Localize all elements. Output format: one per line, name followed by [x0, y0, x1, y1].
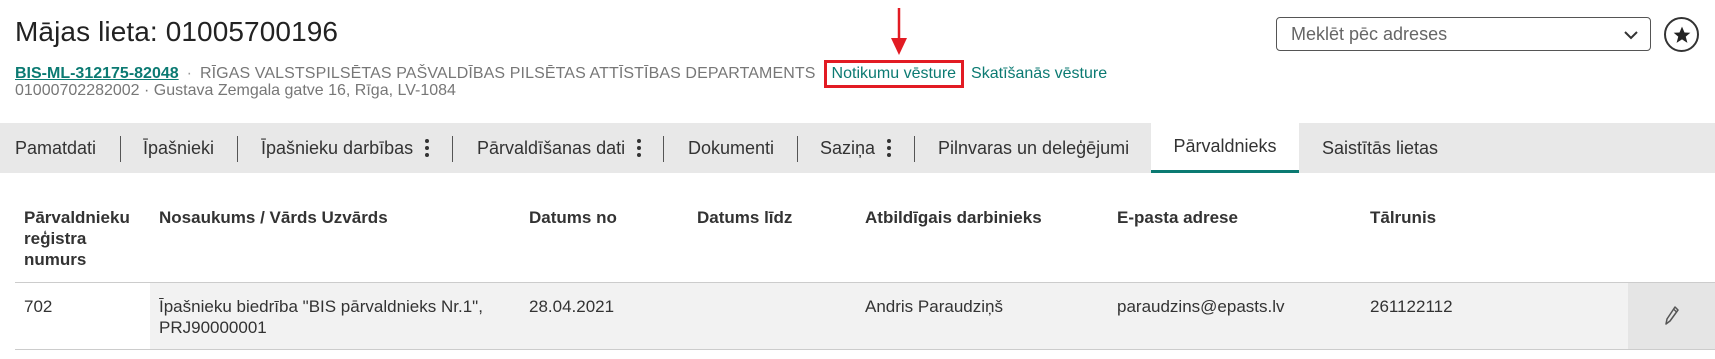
star-icon [1673, 26, 1690, 43]
tab-parvaldisanas-dati[interactable]: Pārvaldīšanas dati [477, 123, 642, 173]
tab-divider [663, 136, 664, 162]
kebab-menu-icon[interactable] [887, 139, 892, 157]
cell-name-line2: PRJ90000001 [159, 318, 267, 337]
tab-label: Pamatdati [15, 137, 97, 158]
tab-saistitas-lietas[interactable]: Saistītās lietas [1322, 123, 1438, 173]
tab-parvaldnieks[interactable]: Pārvaldnieks [1151, 123, 1299, 173]
address-search-select[interactable]: Meklēt pēc adreses [1276, 17, 1651, 51]
kebab-menu-icon[interactable] [637, 139, 642, 157]
chevron-down-icon [1624, 31, 1638, 40]
column-header-email: E-pasta adrese [1117, 208, 1238, 227]
column-header-reg-number: Pārvaldnieku reģistra numurs [24, 208, 130, 269]
annotation-arrow-icon [891, 8, 907, 55]
tab-sazina[interactable]: Saziņa [820, 123, 892, 173]
cell-name-line1: Īpašnieku biedrība "BIS pārvaldnieks Nr.… [159, 297, 483, 316]
tab-divider [452, 136, 453, 162]
tab-label: Saistītās lietas [1322, 137, 1439, 158]
meta-separator: · [186, 65, 192, 82]
cell-name: Īpašnieku biedrība "BIS pārvaldnieks Nr.… [159, 296, 483, 338]
column-header-date-to: Datums līdz [697, 208, 793, 227]
column-header-phone: Tālrunis [1370, 208, 1437, 227]
favorite-button[interactable] [1664, 17, 1699, 52]
tab-pilnvaras[interactable]: Pilnvaras un deleģējumi [938, 123, 1129, 173]
kebab-menu-icon[interactable] [425, 139, 430, 157]
tab-divider [237, 136, 238, 162]
page-title: Mājas lieta: 01005700196 [15, 16, 339, 47]
address-line: 01000702282002 · Gustava Zemgala gatve 1… [15, 82, 456, 99]
tab-label: Īpašnieku darbības [261, 137, 414, 158]
tab-ipasnieki[interactable]: Īpašnieki [143, 123, 214, 173]
cell-date-from: 28.04.2021 [529, 297, 615, 316]
column-header-employee: Atbildīgais darbinieks [865, 208, 1042, 227]
cell-email: paraudzins@epasts.lv [1117, 297, 1285, 316]
tab-divider [797, 136, 798, 162]
edit-button[interactable] [1628, 283, 1715, 349]
tab-label: Īpašnieki [143, 137, 215, 158]
tab-ipasnieku-darbibas[interactable]: Īpašnieku darbības [261, 123, 430, 173]
tab-label: Saziņa [820, 137, 876, 158]
case-code-link[interactable]: BIS-ML-312175-82048 [15, 65, 179, 83]
tab-divider [914, 136, 915, 162]
pencil-icon [1664, 306, 1679, 325]
tab-dokumenti[interactable]: Dokumenti [688, 123, 774, 173]
tab-bar: Pamatdati Īpašnieki Īpašnieku darbības P… [0, 123, 1715, 173]
view-history-link[interactable]: Skatīšanās vēsture [971, 65, 1107, 83]
department-name: RĪGAS VALSTSPILSĒTAS PAŠVALDĪBAS PILSĒTA… [199, 65, 816, 82]
tab-divider [120, 136, 121, 162]
column-header-date-from: Datums no [529, 208, 617, 227]
event-history-link[interactable]: Notikumu vēsture [823, 60, 965, 88]
tab-label: Dokumenti [688, 137, 775, 158]
column-header-name: Nosaukums / Vārds Uzvārds [159, 208, 388, 227]
tab-label: Pārvaldīšanas dati [477, 137, 626, 158]
cell-reg-number: 702 [24, 297, 53, 316]
cell-phone: 261122112 [1370, 297, 1453, 316]
tab-pamatdati[interactable]: Pamatdati [15, 123, 96, 173]
tab-label: Pilnvaras un deleģējumi [938, 137, 1130, 158]
cell-employee: Andris Paraudziņš [865, 297, 1003, 316]
search-placeholder: Meklēt pēc adreses [1291, 23, 1448, 44]
tab-label: Pārvaldnieks [1173, 136, 1277, 156]
